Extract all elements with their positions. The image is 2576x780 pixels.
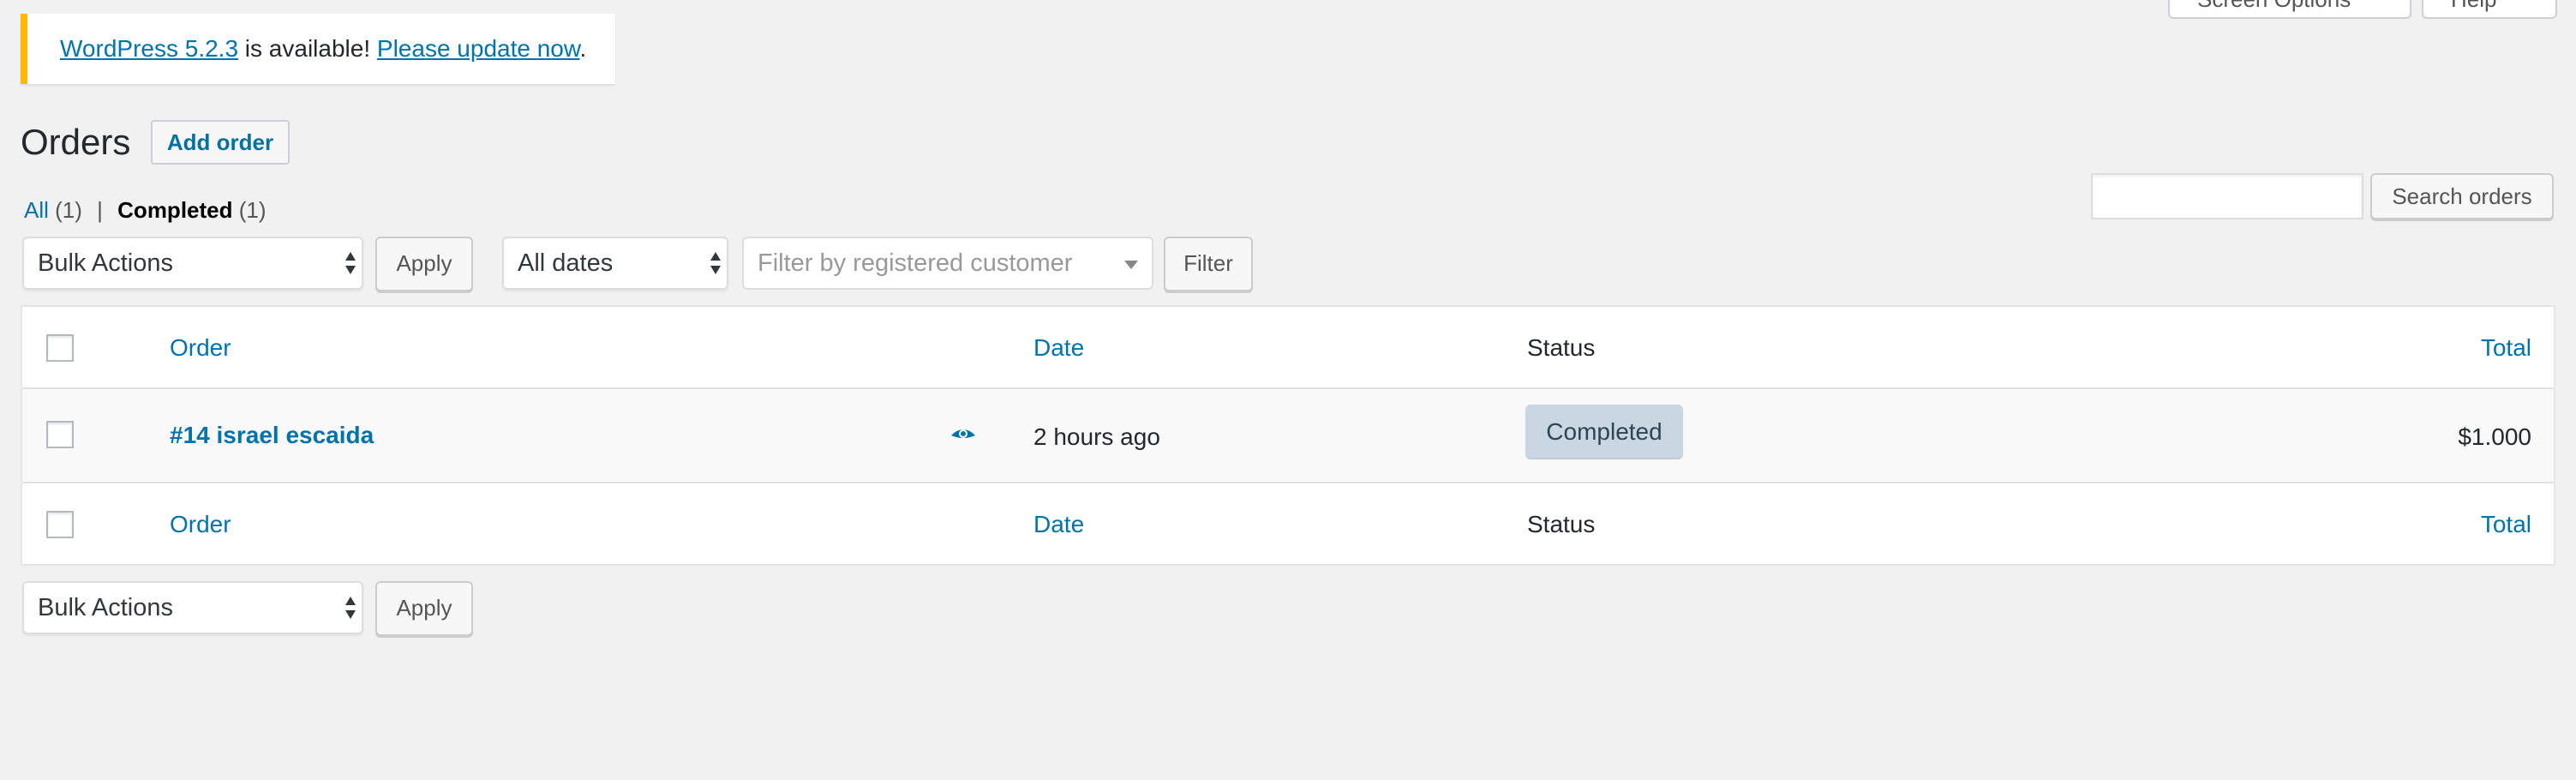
column-header-status: Status: [1527, 334, 1596, 361]
view-completed-count: (1): [238, 197, 267, 223]
screen-options-label: Screen Options: [2197, 0, 2351, 12]
table-footer: Order Date Status Total: [22, 483, 2554, 564]
notice-period: .: [579, 35, 587, 62]
select-all-checkbox[interactable]: [46, 334, 74, 362]
table-row[interactable]: #14 israel escaida 2 hours ago Completed…: [22, 389, 2554, 483]
date-filter-value: All dates: [518, 249, 614, 277]
column-footer-status: Status: [1527, 511, 1596, 537]
row-checkbox[interactable]: [46, 421, 74, 448]
apply-bulk-action-button[interactable]: Apply: [375, 237, 473, 291]
customer-filter-placeholder: Filter by registered customer: [758, 249, 1073, 277]
select-arrows-icon: [344, 250, 356, 276]
chevron-down-icon: [1124, 261, 1138, 269]
orders-table: Order Date Status Total #14 israel escai…: [21, 305, 2555, 566]
bulk-actions-value-bottom: Bulk Actions: [38, 594, 173, 621]
add-order-button[interactable]: Add order: [151, 120, 290, 165]
order-status-views: All (1) | Completed (1): [24, 195, 267, 225]
column-footer-total[interactable]: Total: [2481, 509, 2531, 540]
wordpress-version-link[interactable]: WordPress 5.2.3: [60, 35, 238, 62]
column-header-total[interactable]: Total: [2481, 333, 2531, 363]
page-title: Orders: [21, 122, 131, 162]
date-filter-select[interactable]: All dates: [502, 237, 728, 290]
filter-button[interactable]: Filter: [1164, 237, 1253, 291]
help-tab[interactable]: Help: [2422, 0, 2557, 19]
bulk-actions-select[interactable]: Bulk Actions: [22, 237, 363, 290]
view-completed-link[interactable]: Completed: [117, 197, 232, 223]
bulk-actions-value: Bulk Actions: [38, 249, 173, 277]
search-orders-input[interactable]: [2091, 173, 2363, 219]
column-header-order[interactable]: Order: [170, 333, 231, 363]
select-arrows-icon: [710, 250, 722, 276]
customer-filter-select[interactable]: Filter by registered customer: [742, 237, 1153, 290]
update-notice: WordPress 5.2.3 is available! Please upd…: [21, 14, 615, 84]
view-all-label: All: [24, 197, 49, 223]
search-orders-button[interactable]: Search orders: [2370, 173, 2554, 219]
notice-text: is available!: [238, 35, 377, 62]
views-separator: |: [97, 197, 103, 223]
screen-options-tab[interactable]: Screen Options: [2168, 0, 2411, 19]
view-completed-label: Completed: [117, 197, 233, 223]
view-all-count: (1): [55, 197, 82, 223]
order-link[interactable]: #14 israel escaida: [170, 420, 374, 451]
update-now-link[interactable]: Please update now: [377, 35, 580, 62]
help-label: Help: [2451, 0, 2496, 12]
eye-icon[interactable]: [950, 425, 977, 446]
order-date: 2 hours ago: [1033, 423, 1160, 450]
select-all-checkbox-footer[interactable]: [46, 511, 74, 538]
table-header: Order Date Status Total: [22, 307, 2554, 389]
order-total: $1.000: [2458, 423, 2531, 450]
apply-bulk-action-button-bottom[interactable]: Apply: [375, 581, 473, 636]
view-all-link[interactable]: All: [24, 197, 49, 223]
column-footer-order[interactable]: Order: [170, 509, 231, 540]
status-badge: Completed: [1525, 405, 1683, 459]
select-arrows-icon: [344, 595, 356, 621]
bulk-actions-select-bottom[interactable]: Bulk Actions: [22, 581, 363, 634]
column-header-date[interactable]: Date: [1033, 333, 1084, 363]
column-footer-date[interactable]: Date: [1033, 509, 1084, 540]
